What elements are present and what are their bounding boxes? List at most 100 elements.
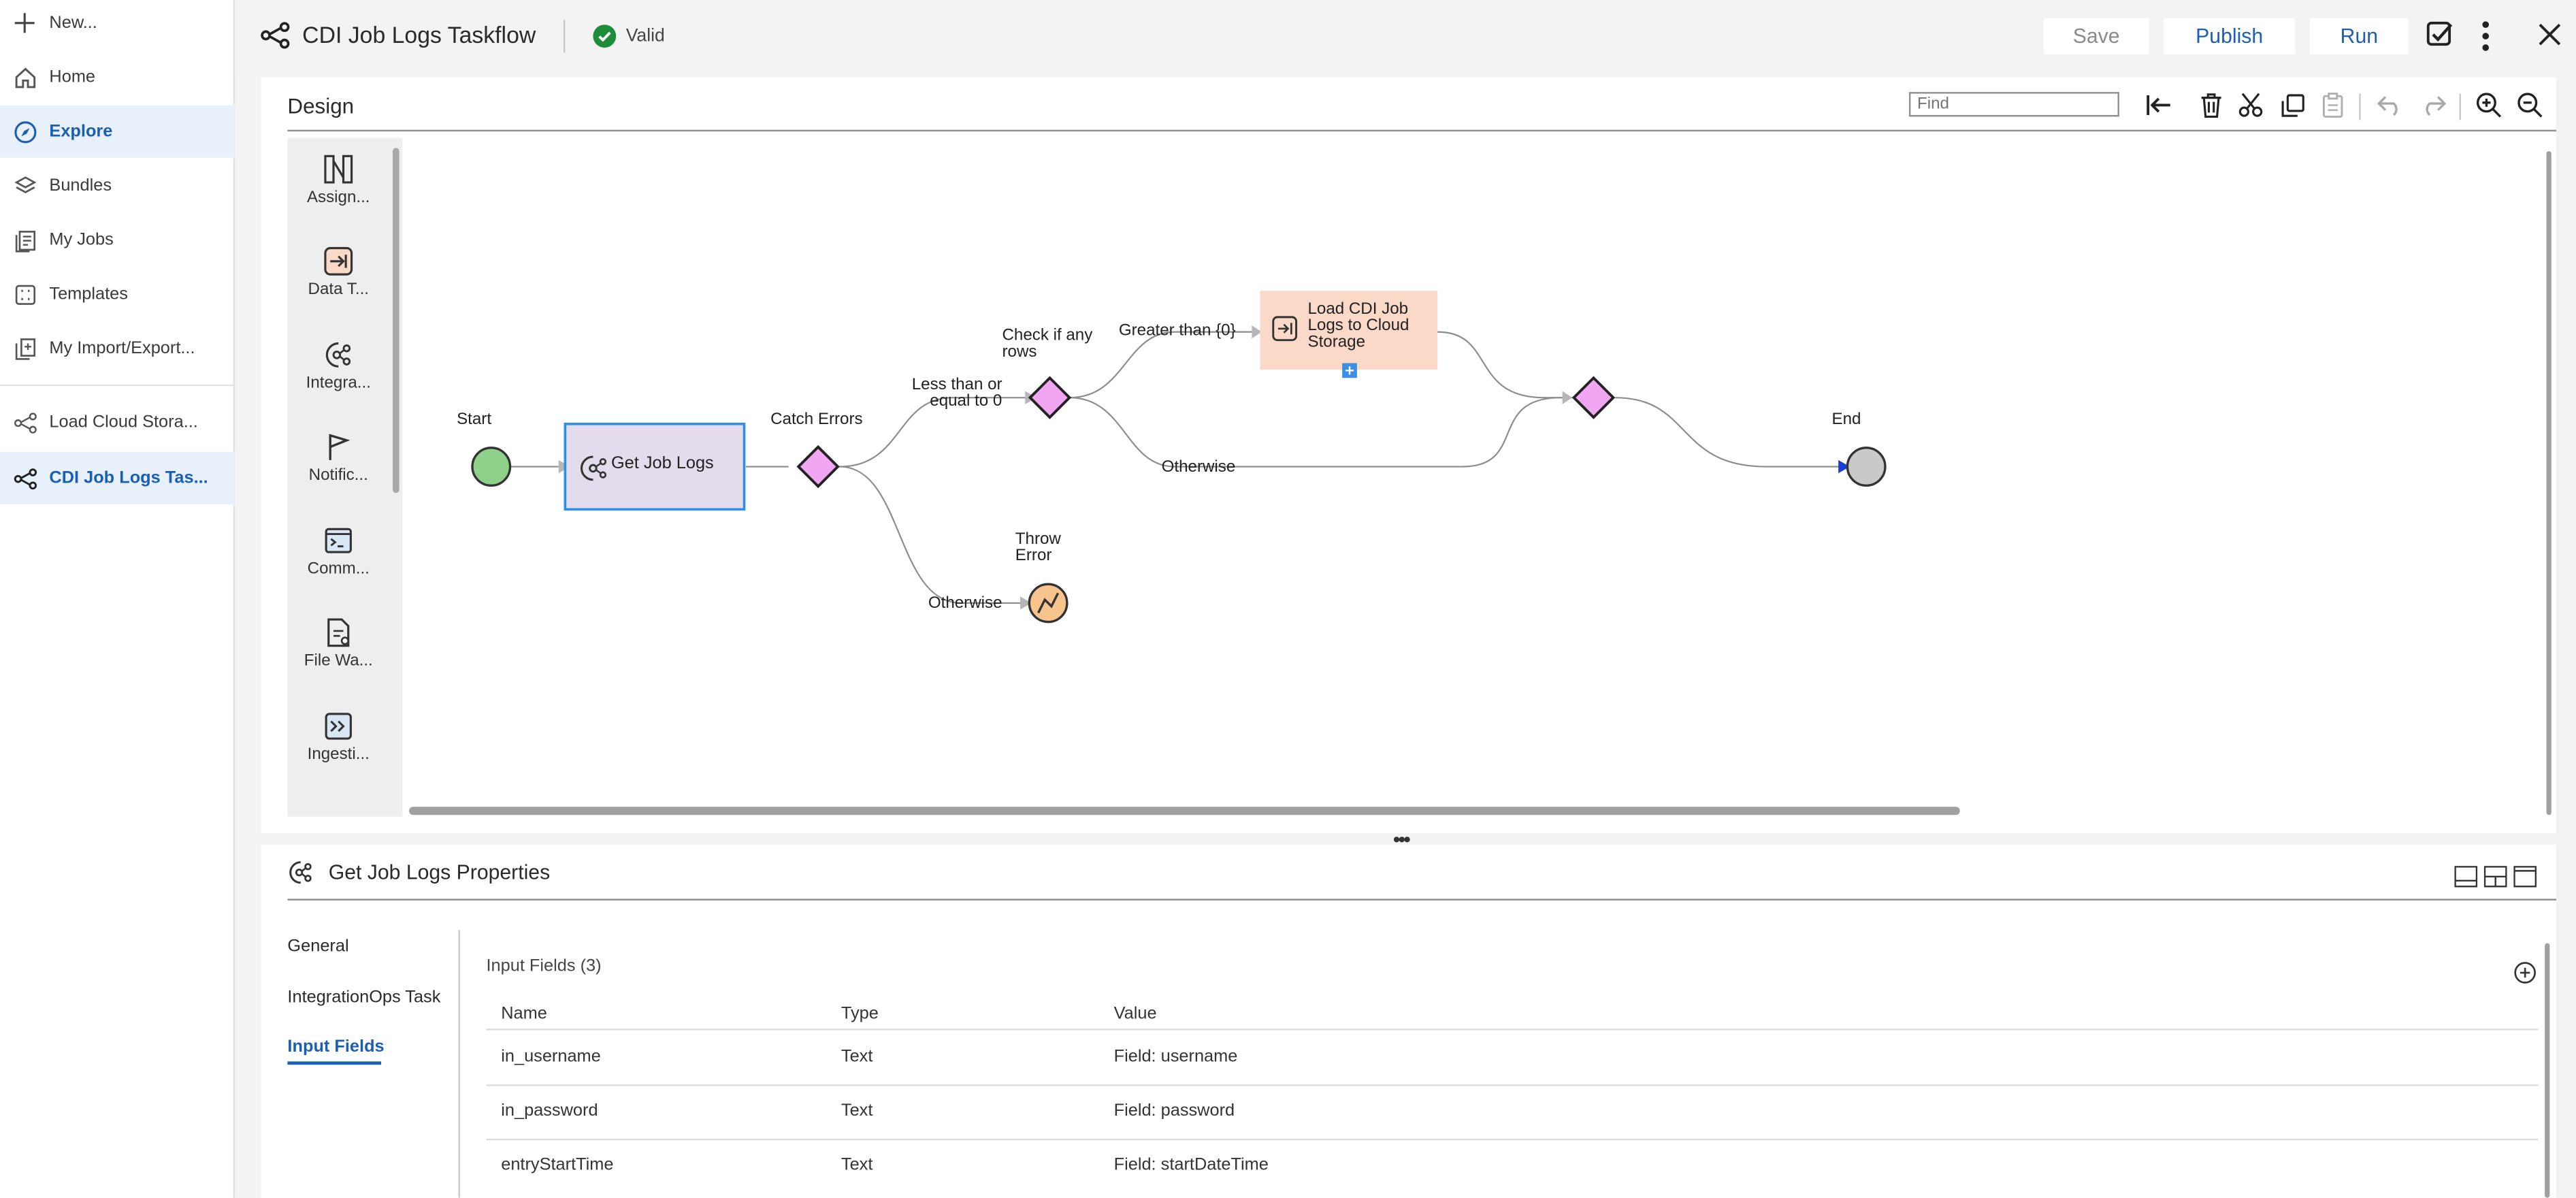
row-name: in_username (501, 1046, 601, 1067)
sidebar-item-explore[interactable]: Explore (0, 105, 235, 158)
column-header-value: Value (1113, 1003, 1157, 1024)
header-divider (563, 19, 566, 53)
zoom-in-icon[interactable] (2474, 91, 2503, 120)
row-name: in_password (501, 1101, 598, 1121)
sidebar-item-templates[interactable]: Templates (0, 268, 235, 320)
paste-icon[interactable] (2318, 91, 2347, 120)
find-input[interactable] (1908, 92, 2119, 117)
layout-full-panel-icon[interactable] (2513, 866, 2537, 895)
sidebar-item-import-export[interactable]: My Import/Export... (0, 322, 235, 374)
palette-label: Comm... (307, 560, 370, 579)
palette-ingestion[interactable]: Ingesti... (287, 695, 389, 787)
sidebar-item-label: New... (49, 13, 97, 33)
column-header-type: Type (841, 1003, 879, 1024)
data-task-icon (322, 245, 355, 278)
less-than-label-line1: Less than or (911, 376, 1002, 395)
copy-icon[interactable] (2277, 91, 2306, 120)
validate-check-icon[interactable] (2425, 20, 2454, 58)
publish-button[interactable]: Publish (2164, 18, 2296, 54)
load-cdi-label-line1: Load CDI Job (1307, 300, 1409, 319)
end-label: End (1831, 410, 1861, 430)
sidebar-item-my-jobs[interactable]: My Jobs (0, 214, 235, 266)
toolbar-divider (2359, 93, 2361, 120)
palette-label: File Wa... (304, 652, 373, 670)
palette-scrollbar[interactable] (392, 148, 400, 493)
more-vertical-icon[interactable] (2477, 20, 2494, 61)
palette-notification[interactable]: Notific... (287, 416, 389, 508)
palette-assignment[interactable]: Assign... (287, 138, 389, 230)
add-circle-icon[interactable] (2513, 961, 2537, 992)
end-node (1846, 447, 1887, 487)
catch-errors-label: Catch Errors (770, 410, 863, 430)
zoom-out-icon[interactable] (2515, 91, 2545, 120)
command-icon (322, 524, 355, 557)
properties-scrollbar[interactable] (2545, 943, 2550, 1198)
sidebar-item-label: Explore (49, 121, 113, 142)
properties-title: Get Job Logs Properties (328, 860, 551, 884)
less-than-label-line2: equal to 0 (930, 392, 1002, 411)
run-button[interactable]: Run (2309, 18, 2409, 54)
catch-errors-gateway (796, 444, 840, 489)
row-value: Field: username (1113, 1046, 1238, 1067)
sidebar-item-label: CDI Job Logs Tas... (49, 468, 208, 488)
palette-label: Assign... (306, 189, 370, 208)
sidebar-item-label: Home (49, 67, 96, 87)
tab-integrationops-task[interactable]: IntegrationOps Task (287, 988, 440, 1007)
merge-gateway (1571, 376, 1616, 419)
edge-check-otherwise (1069, 397, 1573, 468)
sidebar-asset-cdi-job-logs[interactable]: CDI Job Logs Tas... (0, 451, 235, 505)
edge-merge-to-end (1614, 397, 1840, 468)
cut-icon[interactable] (2236, 91, 2265, 120)
layout-bottom-panel-icon[interactable] (2454, 866, 2478, 895)
edge-catch-otherwise (839, 466, 1032, 604)
compass-icon (12, 118, 38, 145)
sidebar-item-label: Load Cloud Stora... (49, 412, 198, 432)
redo-icon[interactable] (2418, 91, 2447, 120)
sidebar-divider (0, 384, 235, 387)
sidebar-item-label: Bundles (49, 176, 112, 196)
canvas-horizontal-scrollbar[interactable] (409, 807, 1960, 815)
taskflow-canvas[interactable]: Start Get Job Logs Catch Errors Check if… (402, 137, 2539, 817)
row-name: entryStartTime (501, 1154, 614, 1175)
delete-icon[interactable] (2196, 91, 2226, 120)
taskflow-icon (12, 465, 38, 491)
load-cdi-label-line3: Storage (1307, 334, 1366, 352)
palette-label: Notific... (308, 466, 368, 485)
taskflow-diagram (471, 291, 1887, 624)
design-panel: Design Assign... Data T... Integra.. (261, 77, 2557, 833)
get-job-logs-label: Get Job Logs (610, 453, 714, 474)
layers-icon (12, 172, 38, 199)
column-header-name: Name (501, 1003, 547, 1024)
otherwise-top-label: Otherwise (1161, 458, 1236, 477)
palette-command[interactable]: Comm... (287, 509, 389, 601)
row-divider (486, 1138, 2539, 1141)
sidebar-asset-load-cloud-storage[interactable]: Load Cloud Stora... (0, 396, 235, 449)
arrowhead-merge (1562, 391, 1573, 404)
throw-error-label-line2: Error (1015, 547, 1052, 566)
canvas-vertical-scrollbar[interactable] (2546, 151, 2551, 815)
layout-split-panel-icon[interactable] (2483, 866, 2507, 895)
undo-icon[interactable] (2375, 91, 2404, 120)
row-value: Field: password (1113, 1101, 1235, 1121)
edge-load-to-merge (1437, 331, 1573, 399)
template-frame-icon (12, 281, 38, 308)
close-icon[interactable] (2538, 23, 2561, 54)
check-rows-label-line2: rows (1002, 343, 1037, 362)
palette-integration[interactable]: Integra... (287, 324, 389, 416)
collapse-left-icon[interactable] (2144, 91, 2173, 120)
tabs-divider (458, 930, 460, 1198)
tab-input-fields[interactable]: Input Fields (287, 1037, 384, 1056)
palette-file-watch[interactable]: File Wa... (287, 601, 389, 693)
file-watch-icon (322, 616, 355, 649)
save-button[interactable]: Save (2043, 18, 2149, 54)
palette-label: Integra... (306, 374, 371, 393)
tab-general[interactable]: General (287, 937, 348, 956)
sidebar-item-bundles[interactable]: Bundles (0, 159, 235, 212)
palette-label: Data T... (308, 280, 369, 300)
sidebar-item-new[interactable]: New... (0, 0, 235, 49)
table-header-divider (486, 1029, 2539, 1031)
palette-data-task[interactable]: Data T... (287, 230, 389, 322)
step-palette: Assign... Data T... Integra... Notific..… (287, 137, 403, 817)
start-label: Start (457, 410, 492, 430)
sidebar-item-home[interactable]: Home (0, 51, 235, 103)
